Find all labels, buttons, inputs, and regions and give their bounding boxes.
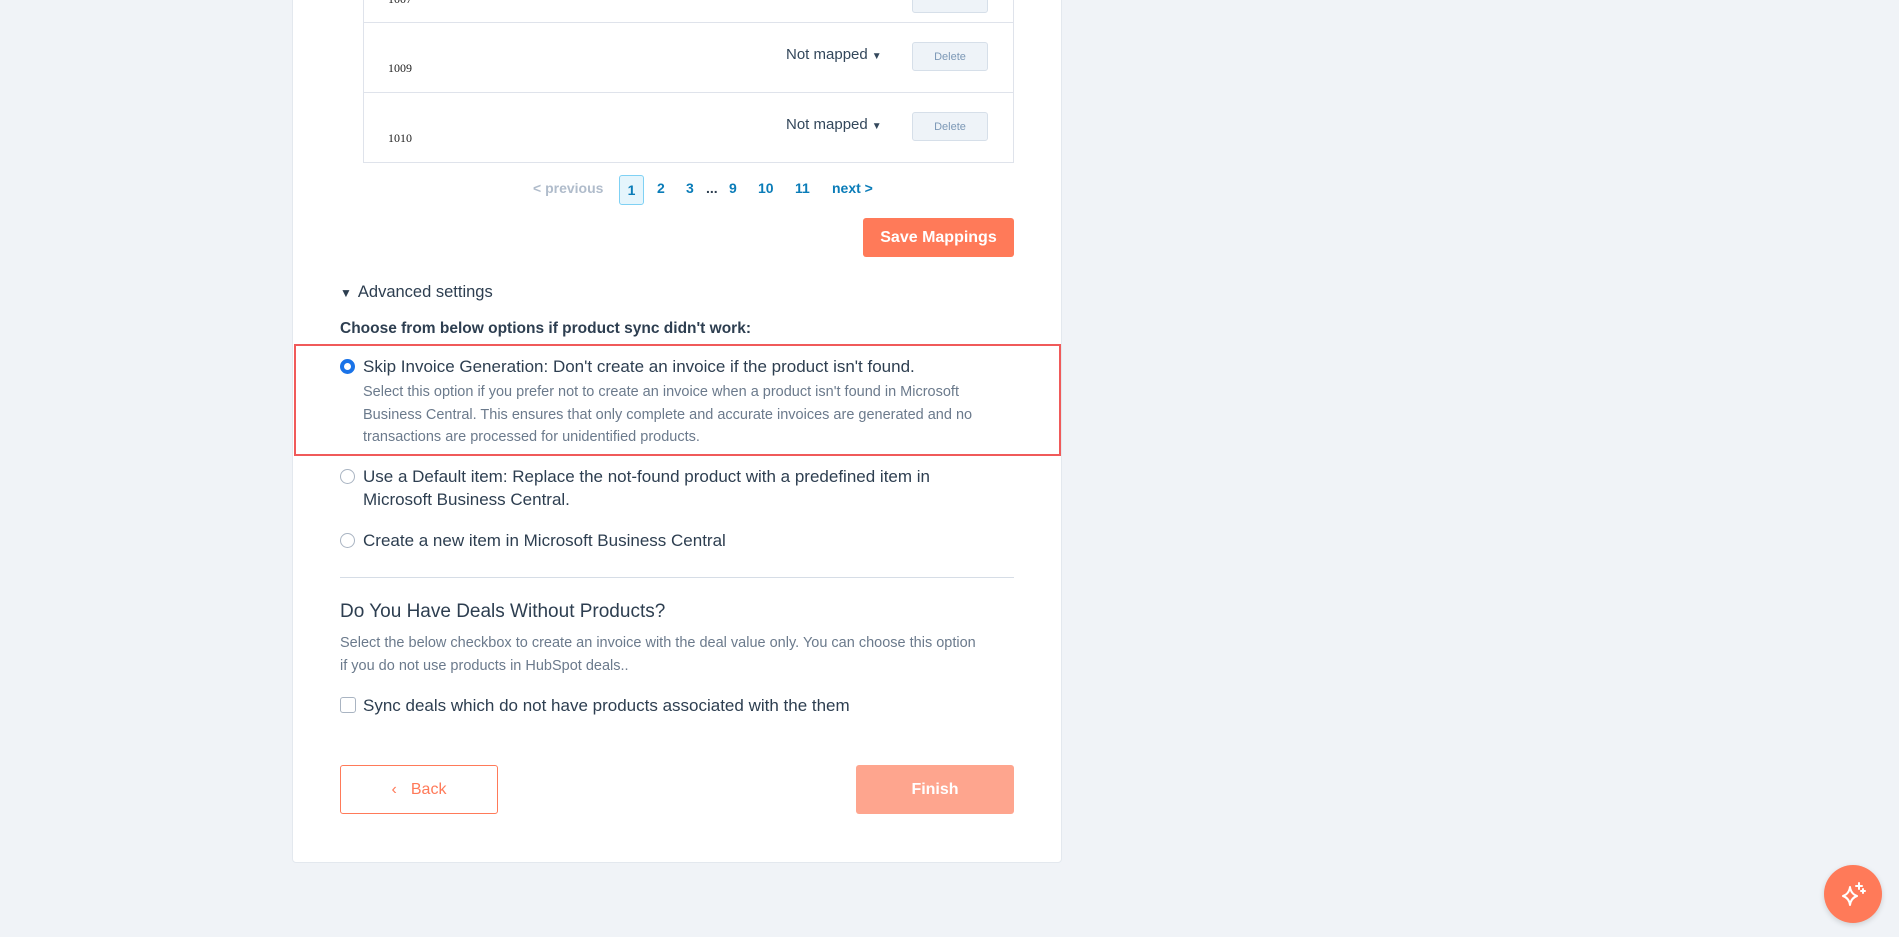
mapping-dropdown[interactable]: Not mapped ▼: [786, 116, 882, 133]
pagination-previous[interactable]: < previous: [533, 180, 603, 196]
divider: [340, 577, 1014, 578]
page-10[interactable]: 10: [758, 180, 774, 196]
row-id: 1007: [388, 0, 412, 7]
option-default-item-label: Use a Default item: Replace the not-foun…: [363, 467, 930, 509]
delete-button[interactable]: Delete: [912, 112, 988, 141]
ai-assistant-button[interactable]: [1824, 865, 1882, 923]
delete-button[interactable]: Delete: [912, 42, 988, 71]
deals-desc: Select the below checkbox to create an i…: [340, 635, 976, 674]
radio-create-item[interactable]: [340, 533, 355, 548]
page-1[interactable]: 1: [619, 175, 644, 205]
triangle-down-icon: ▼: [340, 286, 352, 300]
options-prompt: Choose from below options if product syn…: [340, 320, 751, 337]
back-button[interactable]: ‹ Back: [340, 765, 498, 814]
caret-down-icon: ▼: [871, 51, 882, 62]
table-row: 1010 Not mapped ▼ Delete: [364, 93, 1013, 162]
mapping-dropdown[interactable]: Not mapped ▼: [786, 46, 882, 63]
finish-button[interactable]: Finish: [856, 765, 1014, 814]
option-create-item-label: Create a new item in Microsoft Business …: [363, 531, 726, 550]
sparkle-icon: [1842, 882, 1866, 906]
mapping-table: 1007 1009 Not mapped▼ Delete 1010 Not ma…: [363, 0, 1014, 163]
caret-down-icon: ▼: [871, 121, 882, 132]
pagination-ellipsis: ...: [706, 180, 718, 196]
radio-skip-invoice[interactable]: [340, 359, 355, 374]
page-2[interactable]: 2: [657, 180, 665, 196]
sync-deals-label: Sync deals which do not have products as…: [363, 696, 850, 715]
deals-heading: Do You Have Deals Without Products?: [340, 601, 666, 622]
page-9[interactable]: 9: [729, 180, 737, 196]
save-mappings-button[interactable]: Save Mappings: [863, 218, 1014, 257]
row-id: 1010: [388, 131, 412, 145]
option-skip-invoice-label: Skip Invoice Generation: Don't create an…: [363, 357, 915, 376]
row-id: 1009: [388, 61, 412, 75]
page-11[interactable]: 11: [795, 180, 810, 196]
delete-button[interactable]: [912, 0, 988, 13]
option-skip-invoice-desc: Select this option if you prefer not to …: [363, 384, 973, 445]
table-row: 1009 Not mapped ▼ Delete: [364, 23, 1013, 93]
advanced-settings-toggle[interactable]: ▼ Advanced settings: [340, 283, 493, 302]
chevron-left-icon: ‹: [391, 780, 397, 798]
page-3[interactable]: 3: [686, 180, 694, 196]
radio-default-item[interactable]: [340, 469, 355, 484]
table-row: 1007: [364, 0, 1013, 23]
sync-deals-checkbox[interactable]: [340, 697, 356, 713]
pagination-next[interactable]: next >: [832, 180, 873, 196]
